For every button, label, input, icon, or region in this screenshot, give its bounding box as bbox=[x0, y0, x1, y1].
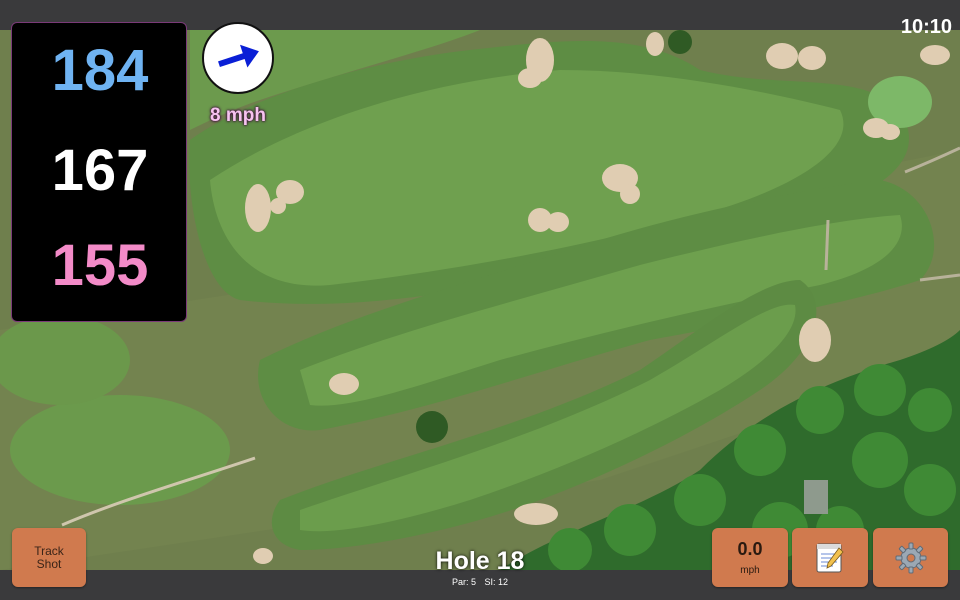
par-label: Par: 5 bbox=[451, 577, 476, 587]
speed-button[interactable]: 0.0 mph bbox=[712, 528, 788, 587]
notepad-icon bbox=[816, 543, 844, 572]
gear-icon bbox=[895, 542, 926, 573]
settings-button[interactable] bbox=[873, 528, 948, 587]
clock: 10:10 bbox=[900, 16, 952, 38]
si-label: SI: 12 bbox=[484, 577, 509, 587]
speed-value: 0.0 bbox=[737, 539, 763, 559]
distance-back: 184 bbox=[51, 38, 149, 103]
distance-front: 155 bbox=[51, 233, 149, 298]
speed-unit: mph bbox=[740, 565, 760, 576]
wind-indicator[interactable] bbox=[202, 22, 274, 94]
hole-title: Hole 18 bbox=[435, 547, 525, 575]
track-shot-label: Track Shot bbox=[34, 544, 64, 571]
track-shot-button[interactable]: Track Shot bbox=[12, 528, 86, 587]
wind-speed: 8 mph bbox=[210, 105, 266, 126]
hole-info: Par: 5 SI: 12 bbox=[400, 577, 560, 588]
distance-panel[interactable]: 184 167 155 bbox=[11, 22, 187, 322]
distance-middle: 167 bbox=[51, 138, 149, 203]
arrow-icon bbox=[218, 44, 259, 68]
notes-button[interactable] bbox=[792, 528, 868, 587]
